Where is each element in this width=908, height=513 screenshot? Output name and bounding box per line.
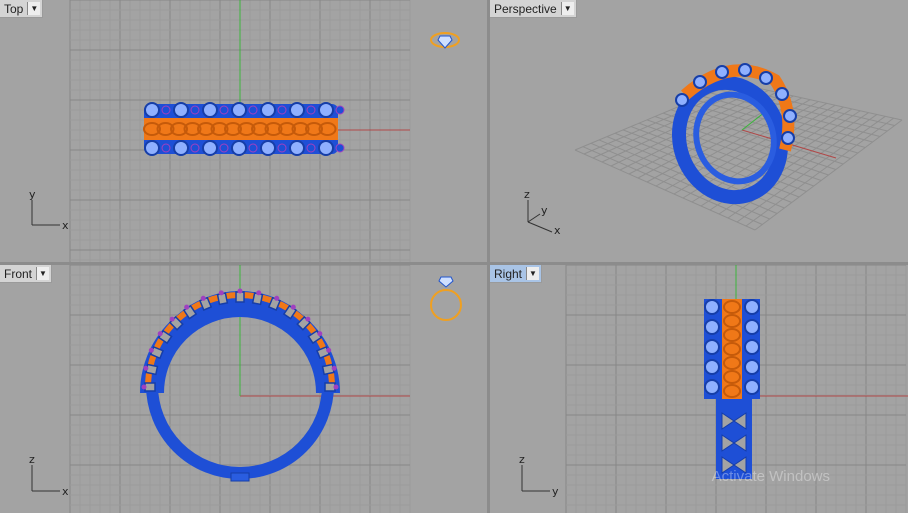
viewport-right-title: Right <box>494 266 523 281</box>
perspective-view-canvas: z y x <box>524 63 903 237</box>
ring-top-view <box>143 102 345 156</box>
dropdown-icon[interactable]: ▼ <box>526 267 540 280</box>
viewport-top-title: Top <box>4 1 24 16</box>
ring-preview-icon <box>430 32 460 49</box>
viewport-right-tab[interactable]: Right ▼ <box>490 265 543 283</box>
dropdown-icon[interactable]: ▼ <box>27 2 41 15</box>
axis-indicator-top: y x <box>29 188 69 232</box>
svg-text:x: x <box>62 219 69 232</box>
ring-preview-icon <box>430 276 462 321</box>
perspective-grid <box>574 82 903 231</box>
top-view-canvas: y x <box>29 0 460 262</box>
viewport-perspective-title: Perspective <box>494 1 557 16</box>
svg-text:z: z <box>524 188 530 201</box>
viewport-front[interactable]: Front ▼ z x <box>0 265 487 513</box>
svg-text:y: y <box>541 204 548 217</box>
viewport-perspective[interactable]: Perspective ▼ z y x <box>490 0 908 262</box>
axis-indicator-front: z x <box>29 453 69 498</box>
svg-text:x: x <box>554 224 561 237</box>
svg-text:y: y <box>552 485 559 498</box>
viewport-front-tab[interactable]: Front ▼ <box>0 265 53 283</box>
front-view-canvas: z x <box>29 265 462 513</box>
svg-text:x: x <box>62 485 69 498</box>
right-view-canvas: z y <box>519 265 908 513</box>
axis-indicator-perspective: z y x <box>524 188 561 237</box>
ring-perspective-view <box>671 63 797 205</box>
rhino-viewport-layout: Top ▼ y x Perspective ▼ z y x Front ▼ z … <box>0 0 908 513</box>
ring-right-view <box>704 299 760 479</box>
svg-text:y: y <box>29 188 36 201</box>
activate-windows-watermark: Activate Windows <box>711 468 830 485</box>
viewport-top-tab[interactable]: Top ▼ <box>0 0 44 18</box>
viewport-front-title: Front <box>4 266 33 281</box>
svg-text:z: z <box>29 453 35 466</box>
viewport-top[interactable]: Top ▼ y x <box>0 0 487 262</box>
viewport-perspective-tab[interactable]: Perspective ▼ <box>490 0 577 18</box>
dropdown-icon[interactable]: ▼ <box>560 2 574 15</box>
axis-indicator-right: z y <box>519 453 559 498</box>
svg-text:z: z <box>519 453 525 466</box>
dropdown-icon[interactable]: ▼ <box>36 267 50 280</box>
viewport-right[interactable]: Right ▼ z y Activate Windows <box>490 265 908 513</box>
